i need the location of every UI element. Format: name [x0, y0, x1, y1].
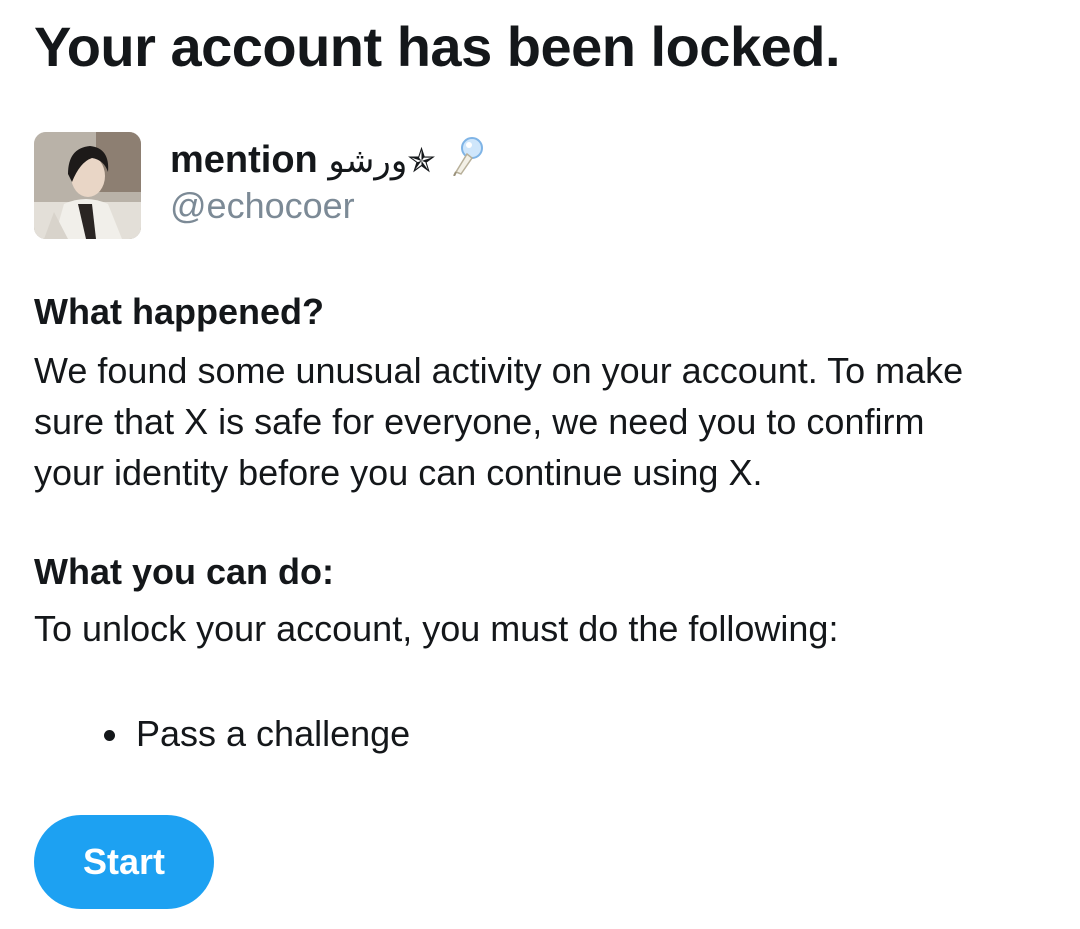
what-happened-body: We found some unusual activity on your a… [34, 350, 964, 493]
page-title: Your account has been locked. [34, 15, 841, 78]
display-name-decoration: ورشو✯ [328, 141, 436, 181]
profile-card: mention ورشو✯ @echocoer [34, 132, 934, 242]
bullet-dot-icon [104, 730, 115, 741]
avatar [34, 132, 141, 239]
unlock-steps-list: Pass a challenge [100, 710, 410, 758]
pushpin-icon [452, 136, 488, 187]
step-label: Pass a challenge [136, 713, 411, 754]
list-item: Pass a challenge [100, 710, 410, 758]
display-name-text: mention [170, 139, 318, 181]
start-button[interactable]: Start [34, 815, 214, 909]
display-name: mention ورشو✯ [170, 136, 488, 187]
user-handle: @echocoer [170, 185, 355, 226]
what-you-can-do-heading: What you can do: [34, 551, 334, 592]
user-avatar-photo-icon [34, 132, 141, 239]
what-you-can-do-body: To unlock your account, you must do the … [34, 608, 839, 649]
what-happened-heading: What happened? [34, 291, 324, 332]
